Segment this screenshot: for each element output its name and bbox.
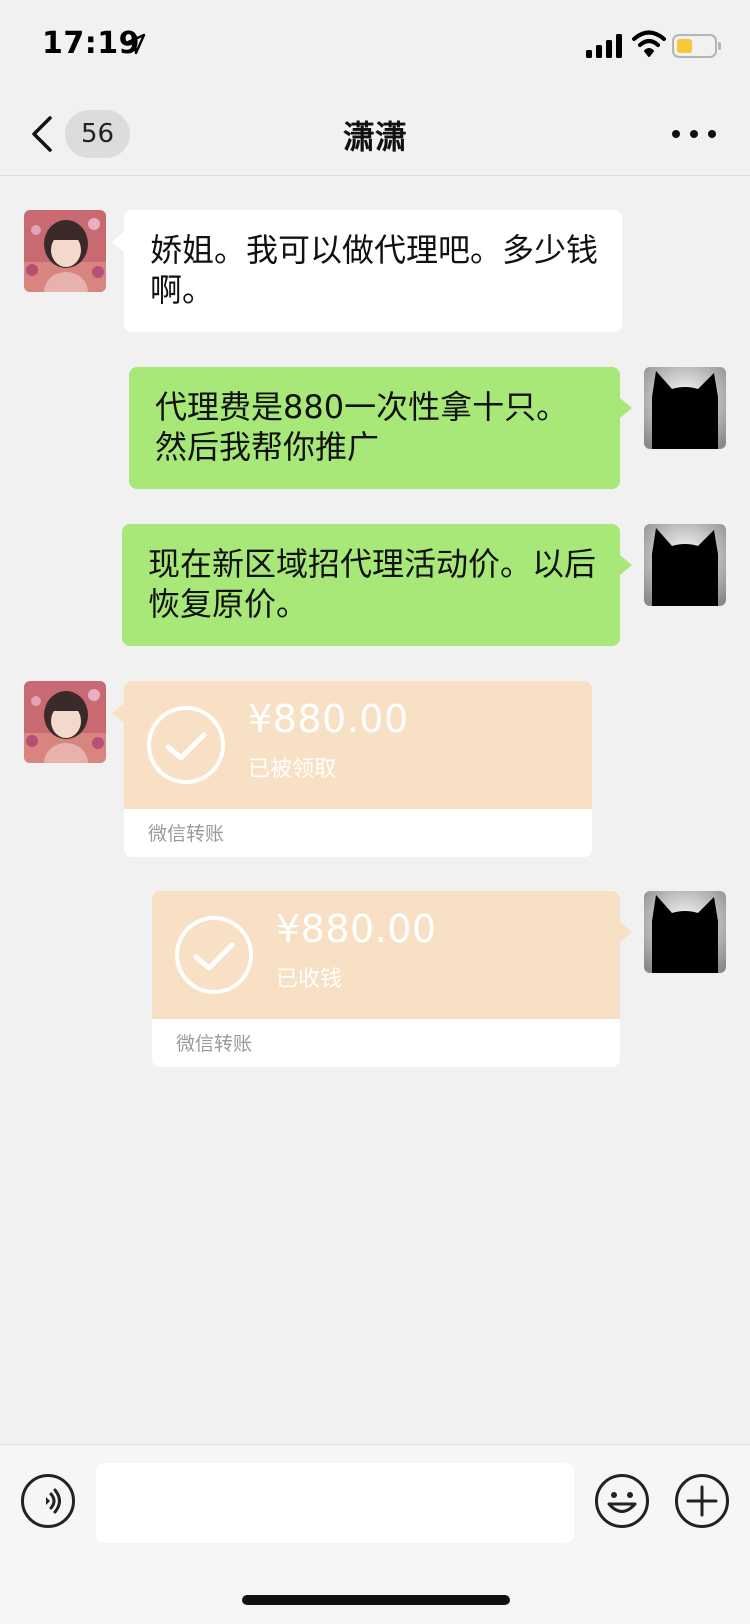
plus-icon[interactable] — [674, 1473, 730, 1529]
chevron-left-icon — [32, 116, 52, 152]
transfer-label: 微信转账 — [176, 1033, 253, 1055]
nav-bar: 56 潇潇 — [0, 92, 750, 176]
self-avatar[interactable] — [644, 367, 726, 449]
back-button[interactable]: 56 — [28, 106, 132, 160]
cat-avatar-image — [644, 367, 726, 449]
transfer-card-body: ¥880.00 已收钱 — [152, 891, 620, 1019]
self-avatar[interactable] — [644, 524, 726, 606]
location-arrow-icon — [124, 33, 146, 55]
voice-icon[interactable] — [20, 1473, 76, 1529]
wifi-icon — [632, 30, 666, 57]
message-bubble-sent[interactable]: 现在新区域招代理活动价。以后恢复原价。 — [122, 524, 620, 646]
transfer-status: 已被领取 — [248, 757, 337, 782]
transfer-status: 已收钱 — [276, 967, 343, 992]
bubble-tail — [620, 922, 632, 942]
transfer-amount: ¥880.00 — [276, 907, 437, 951]
message-text: 代理费是880一次性拿十只。然后我帮你推广 — [155, 388, 569, 466]
cat-avatar-image — [644, 524, 726, 606]
self-avatar[interactable] — [644, 891, 726, 973]
more-dots-icon[interactable] — [664, 114, 724, 154]
transfer-card-sent[interactable]: ¥880.00 已收钱 微信转账 — [152, 891, 620, 1067]
check-circle-icon — [147, 706, 225, 784]
contact-avatar[interactable] — [24, 681, 106, 763]
message-input[interactable] — [96, 1463, 574, 1543]
cat-avatar-image — [644, 891, 726, 973]
signal-icon — [586, 34, 622, 58]
message-text: 娇姐。我可以做代理吧。多少钱啊。 — [150, 231, 599, 309]
message-bubble-sent[interactable]: 代理费是880一次性拿十只。然后我帮你推广 — [129, 367, 620, 489]
contact-avatar[interactable] — [24, 210, 106, 292]
message-bubble-received[interactable]: 娇姐。我可以做代理吧。多少钱啊。 — [124, 210, 622, 332]
check-circle-icon — [175, 916, 253, 994]
message-text: 现在新区域招代理活动价。以后恢复原价。 — [148, 545, 597, 623]
bubble-tail — [620, 555, 632, 575]
transfer-label: 微信转账 — [148, 823, 225, 845]
battery-icon — [672, 34, 721, 58]
unread-count-badge: 56 — [65, 110, 130, 158]
bubble-tail — [112, 703, 124, 723]
input-bar — [0, 1444, 750, 1624]
status-bar: 17:19 — [0, 0, 750, 92]
transfer-card-body: ¥880.00 已被领取 — [124, 681, 592, 809]
emoji-icon[interactable] — [594, 1473, 650, 1529]
transfer-amount: ¥880.00 — [248, 697, 409, 741]
contact-avatar-image — [24, 681, 106, 763]
bubble-tail — [112, 232, 124, 252]
home-indicator[interactable] — [242, 1595, 510, 1605]
bubble-tail — [620, 398, 632, 418]
contact-avatar-image — [24, 210, 106, 292]
transfer-card-received[interactable]: ¥880.00 已被领取 微信转账 — [124, 681, 592, 857]
